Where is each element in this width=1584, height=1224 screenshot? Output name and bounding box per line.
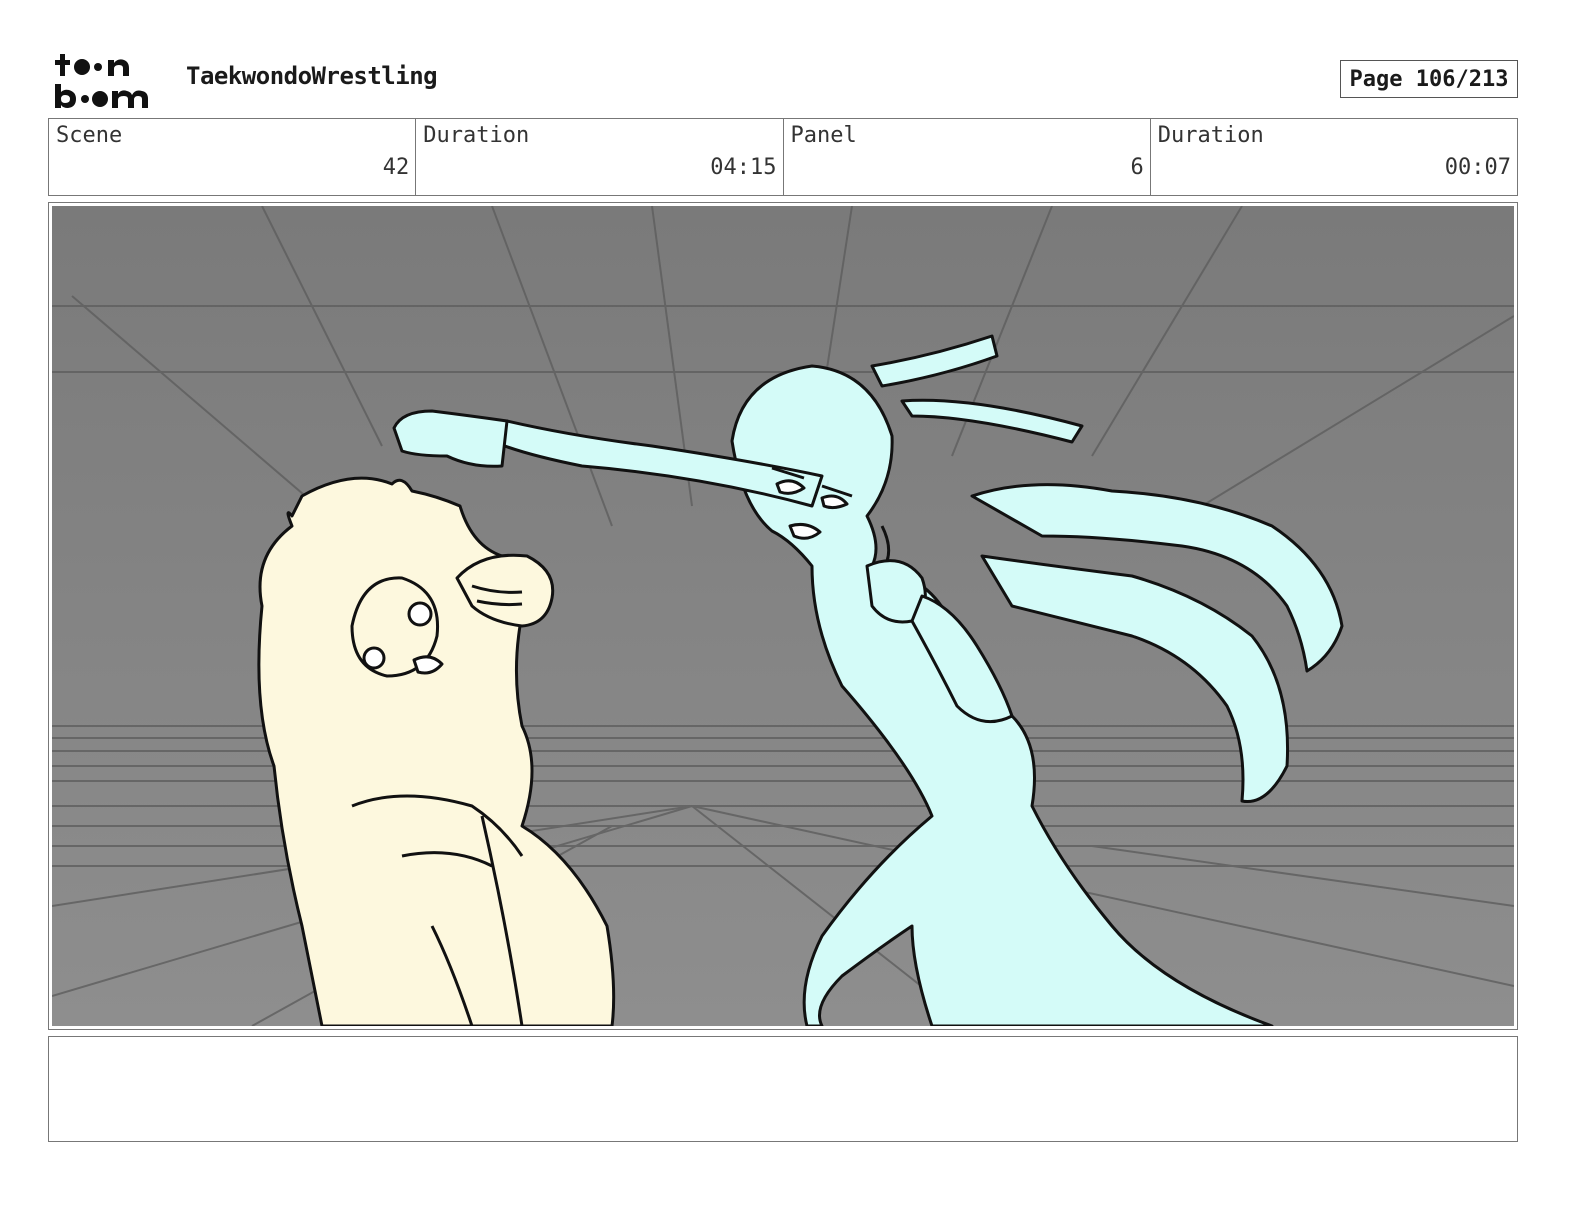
panel-value: 6 <box>1130 155 1144 180</box>
scene-label: Scene <box>56 123 123 148</box>
storyboard-panel-frame <box>48 202 1518 1030</box>
storyboard-drawing <box>52 206 1514 1026</box>
panel-label: Panel <box>790 123 857 148</box>
panel-duration-label: Duration <box>1157 123 1264 148</box>
scene-cell: Scene 42 <box>49 119 417 195</box>
page-indicator: Page 106/213 <box>1340 60 1518 98</box>
panel-duration-value: 00:07 <box>1444 155 1511 180</box>
toon-boom-logo <box>55 54 148 108</box>
scene-duration-cell: Duration 04:15 <box>416 119 784 195</box>
project-title: TaekwondoWrestling <box>186 62 438 90</box>
scene-value: 42 <box>382 155 410 180</box>
panel-duration-cell: Duration 00:07 <box>1151 119 1517 195</box>
scene-duration-label: Duration <box>423 123 530 148</box>
scene-duration-value: 04:15 <box>710 155 777 180</box>
panel-info-row: Scene 42 Duration 04:15 Panel 6 Duration… <box>48 118 1518 196</box>
panel-notes-box <box>48 1036 1518 1142</box>
panel-cell: Panel 6 <box>784 119 1151 195</box>
